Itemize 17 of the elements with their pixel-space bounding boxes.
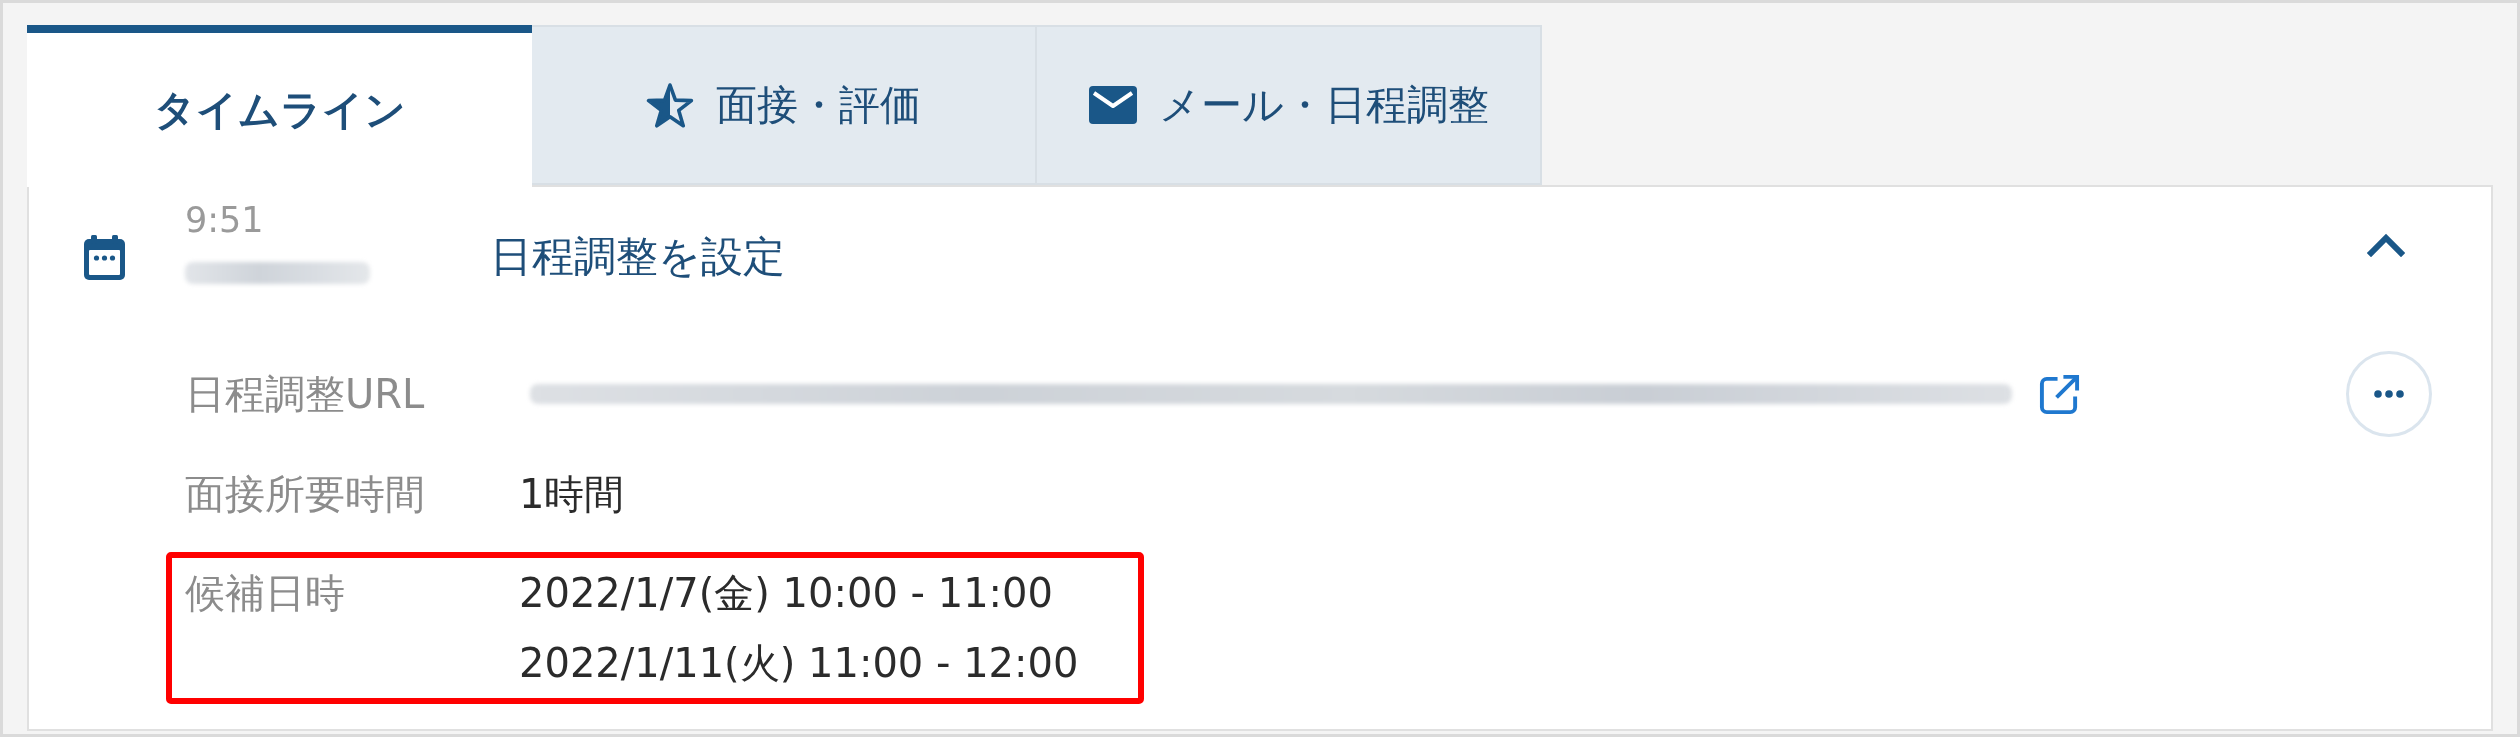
detail-value: 1時間 [519,470,625,519]
calendar-icon [84,235,125,280]
tab[interactable]: メール・日程調整 [1037,25,1542,185]
detail-value: 2022/1/11(火) 11:00 - 12:00 [519,639,1079,688]
entry-time: 9:51 [185,199,264,242]
entry-title: 日程調整を設定 [490,231,786,283]
more-icon [2374,390,2404,398]
detail-value: 2022/1/7(金) 10:00 - 11:00 [519,569,1053,618]
mail-icon [1088,86,1137,124]
tab[interactable]: タイムライン [27,25,532,187]
detail-label: 候補日時 [185,569,346,618]
half-star-icon [646,82,694,128]
detail-label: 日程調整URL [185,370,426,419]
detail-label: 面接所要時間 [185,470,426,519]
tab[interactable]: 面接・評価 [532,25,1037,185]
external-link-icon[interactable] [2038,372,2081,416]
chevron-up-icon[interactable] [2367,233,2405,257]
